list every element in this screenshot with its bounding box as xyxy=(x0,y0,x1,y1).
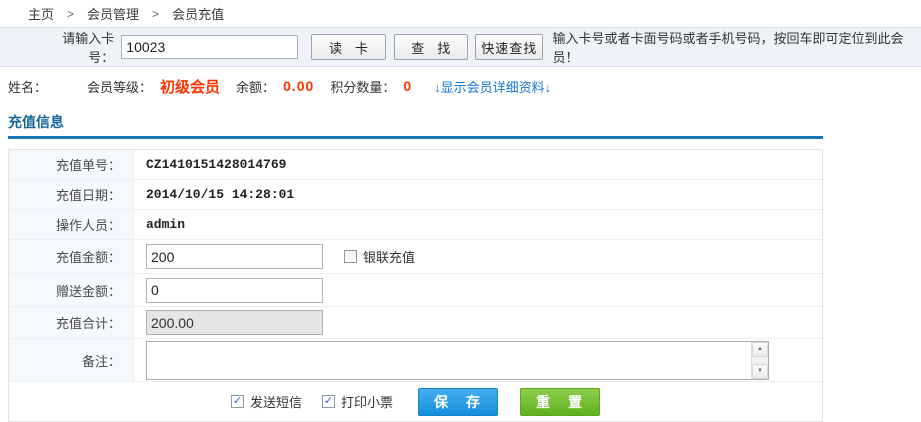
balance-label: 余额： xyxy=(236,77,275,96)
recharge-total-row: 充值合计： xyxy=(9,307,822,339)
breadcrumb-separator-icon: > xyxy=(67,7,74,21)
recharge-form: 充值单号： CZ1410151428014769 充值日期： 2014/10/1… xyxy=(8,149,823,422)
recharge-total-label: 充值合计： xyxy=(9,307,134,338)
gift-amount-input[interactable] xyxy=(146,278,323,303)
remark-scrollbar[interactable]: ▲ ▼ xyxy=(751,342,768,379)
breadcrumb: 主页 > 会员管理 > 会员充值 xyxy=(0,0,921,27)
gift-amount-row: 赠送金额： xyxy=(9,274,822,307)
card-number-label: 请输入卡号： xyxy=(40,28,114,66)
find-button[interactable]: 查 找 xyxy=(394,34,468,60)
remark-row: 备注： ▲ ▼ xyxy=(9,339,822,382)
name-label: 姓名： xyxy=(8,77,47,96)
reset-button[interactable]: 重 置 xyxy=(520,388,600,416)
unionpay-label: 银联充值 xyxy=(363,247,415,266)
read-card-button[interactable]: 读 卡 xyxy=(311,34,385,60)
gift-amount-label: 赠送金额： xyxy=(9,274,134,306)
quick-find-button[interactable]: 快速查找 xyxy=(475,34,543,60)
balance-value: 0.00 xyxy=(283,78,314,94)
recharge-total-field xyxy=(146,310,323,335)
save-button[interactable]: 保 存 xyxy=(418,388,498,416)
order-number-value: CZ1410151428014769 xyxy=(146,157,286,172)
member-level-value: 初级会员 xyxy=(160,76,220,97)
operator-value: admin xyxy=(146,217,185,232)
card-number-input[interactable] xyxy=(121,35,298,59)
order-number-label: 充值单号： xyxy=(9,150,134,179)
operator-row: 操作人员： admin xyxy=(9,210,822,240)
recharge-date-label: 充值日期： xyxy=(9,180,134,209)
breadcrumb-member-management[interactable]: 会员管理 xyxy=(87,4,139,23)
member-info-bar: 姓名： 会员等级： 初级会员 余额： 0.00 积分数量： 0 ↓显示会员详细资… xyxy=(0,67,921,105)
remark-label: 备注： xyxy=(9,339,134,381)
unionpay-checkbox[interactable] xyxy=(344,250,357,263)
show-member-detail-link[interactable]: ↓显示会员详细资料↓ xyxy=(434,77,551,96)
order-number-row: 充值单号： CZ1410151428014769 xyxy=(9,150,822,180)
form-footer-row: ✓ 发送短信 ✓ 打印小票 保 存 重 置 xyxy=(9,382,822,421)
operator-label: 操作人员： xyxy=(9,210,134,239)
breadcrumb-home[interactable]: 主页 xyxy=(28,4,54,23)
member-level-label: 会员等级： xyxy=(87,77,152,96)
send-sms-label: 发送短信 xyxy=(250,392,302,411)
recharge-amount-row: 充值金额： 银联充值 xyxy=(9,240,822,274)
remark-textarea[interactable] xyxy=(147,342,751,379)
points-label: 积分数量： xyxy=(330,77,395,96)
breadcrumb-separator-icon: > xyxy=(152,7,159,21)
scroll-down-icon[interactable]: ▼ xyxy=(752,364,768,379)
breadcrumb-member-recharge[interactable]: 会员充值 xyxy=(172,4,224,23)
recharge-amount-label: 充值金额： xyxy=(9,240,134,273)
card-search-bar: 请输入卡号： 读 卡 查 找 快速查找 输入卡号或者卡面号码或者手机号码，按回车… xyxy=(0,27,921,67)
scroll-up-icon[interactable]: ▲ xyxy=(752,342,768,357)
points-value: 0 xyxy=(403,78,412,94)
print-ticket-label: 打印小票 xyxy=(341,392,393,411)
section-title-underline xyxy=(8,136,823,139)
recharge-amount-input[interactable] xyxy=(146,244,323,269)
print-ticket-checkbox[interactable]: ✓ xyxy=(322,395,335,408)
send-sms-checkbox[interactable]: ✓ xyxy=(231,395,244,408)
recharge-section-title: 充值信息 xyxy=(8,112,921,132)
recharge-date-value: 2014/10/15 14:28:01 xyxy=(146,187,294,202)
search-hint-text: 输入卡号或者卡面号码或者手机号码，按回车即可定位到此会员！ xyxy=(552,28,921,66)
recharge-date-row: 充值日期： 2014/10/15 14:28:01 xyxy=(9,180,822,210)
remark-textarea-frame: ▲ ▼ xyxy=(146,341,769,380)
